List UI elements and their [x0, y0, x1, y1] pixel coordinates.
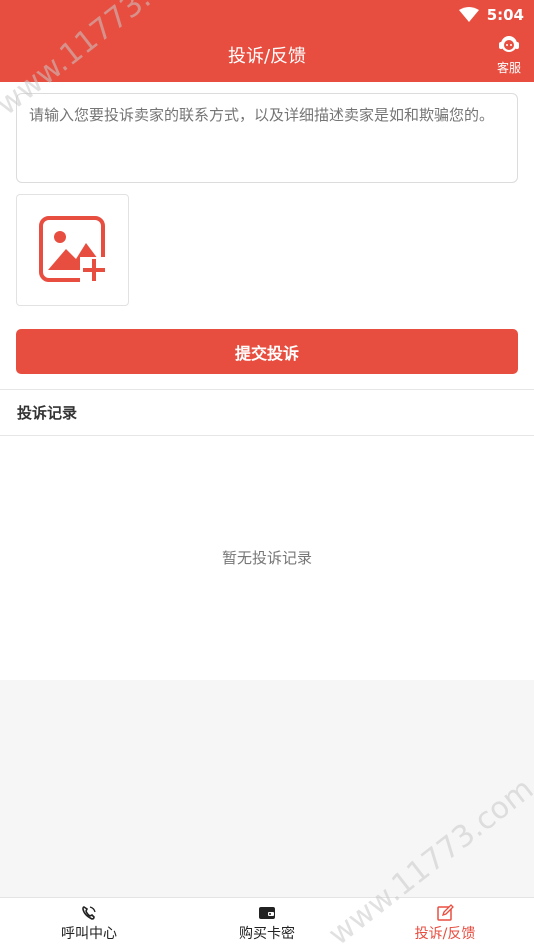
headset-icon: [499, 36, 519, 52]
wallet-icon: [259, 906, 275, 919]
add-image-icon: [38, 216, 108, 285]
tab-complaint-feedback[interactable]: 投诉/反馈: [356, 898, 534, 949]
service-label: 客服: [496, 61, 521, 75]
phone-icon: [82, 905, 96, 920]
tab-label: 呼叫中心: [61, 925, 117, 942]
page-title: 投诉/反馈: [227, 46, 307, 67]
complaint-form: 提交投诉 投诉记录 暂无投诉记录: [0, 82, 534, 680]
empty-records-text: 暂无投诉记录: [221, 549, 312, 567]
edit-icon: [436, 904, 454, 921]
tab-label: 购买卡密: [239, 925, 295, 942]
tab-call-center[interactable]: 呼叫中心: [0, 898, 178, 949]
complaint-input[interactable]: [16, 93, 518, 183]
bottom-tab-bar: 呼叫中心 购买卡密 投诉/反馈: [0, 897, 534, 949]
customer-service-button[interactable]: 客服: [494, 33, 524, 76]
status-bar: 5:04: [458, 5, 524, 25]
image-upload-button[interactable]: [16, 194, 129, 306]
tab-label: 投诉/反馈: [414, 926, 476, 942]
wifi-icon: [458, 7, 479, 22]
divider: [0, 389, 534, 390]
status-time: 5:04: [486, 6, 524, 24]
tab-buy-card[interactable]: 购买卡密: [178, 898, 356, 949]
records-heading: 投诉记录: [17, 404, 78, 422]
app-header: 5:04 投诉/反馈 客服: [0, 0, 534, 82]
submit-complaint-button[interactable]: 提交投诉: [16, 329, 518, 374]
divider: [0, 435, 534, 436]
